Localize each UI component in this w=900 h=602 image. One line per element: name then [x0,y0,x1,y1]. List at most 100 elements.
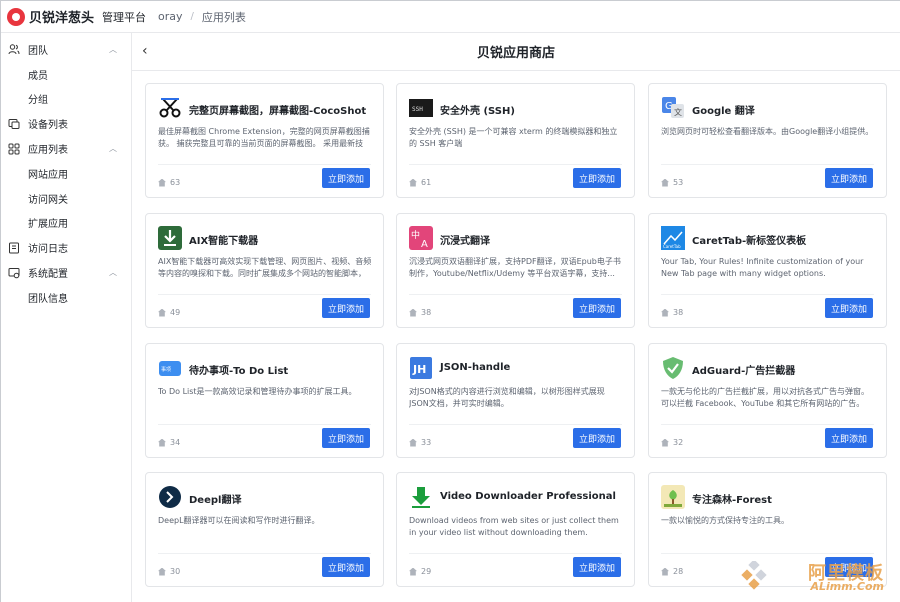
apps-icon [8,143,20,155]
sidebar-item-team-info[interactable]: 团队信息 [1,285,131,310]
svg-text:事项: 事项 [161,366,171,373]
app-description: DeepL翻译器可以在阅读和写作时进行翻译。 [158,516,320,525]
install-count-value: 61 [421,178,432,187]
arrow-down-icon [409,485,433,509]
install-count-value: 29 [421,567,432,576]
install-count: 38 [409,308,431,317]
shield-icon [661,356,685,380]
add-app-button[interactable]: 立即添加 [825,298,873,318]
home-icon [158,438,166,447]
install-count-value: 34 [170,438,181,447]
app-name[interactable]: JSON-handle [440,362,510,373]
svg-text:文: 文 [674,107,682,117]
install-count: 30 [158,567,180,576]
svg-text:CaretTab: CaretTab [663,244,681,249]
app-card: JH JSON-handle 对JSON格式的内容进行浏览和编辑，以树形图样式展现J… [396,343,635,458]
home-icon [409,308,417,317]
install-count: 29 [409,567,431,576]
app-name[interactable]: 安全外壳 (SSH) [440,102,515,117]
add-app-button[interactable]: 立即添加 [573,168,621,188]
svg-text:A: A [421,239,428,250]
add-app-button[interactable]: 立即添加 [322,168,370,188]
svg-text:JH: JH [412,363,426,376]
install-count-value: 63 [170,178,181,187]
install-count-value: 33 [421,438,432,447]
sidebar-item-apps[interactable]: 应用列表 ︿ [1,136,131,161]
app-card: AdGuard-广告拦截器 一款无与伦比的广告拦截扩展，用以对抗各式广告与弹窗。可… [648,343,887,458]
home-icon [661,567,669,576]
app-card: Deepl翻译 DeepL翻译器可以在阅读和写作时进行翻译。 30 立即添加 [145,472,384,587]
app-name[interactable]: CaretTab-新标签仪表板 [692,232,806,247]
home-icon [661,308,669,317]
app-description: To Do List是一款高效记录和管理待办事项的扩展工具。 [158,387,357,396]
app-card: 完整页屏幕截图，屏幕截图-CocoShot 最佳屏幕截图 Chrome Exten… [145,83,384,198]
settings-icon [8,267,20,278]
add-app-button[interactable]: 立即添加 [573,298,621,318]
main-content: ‹ 贝锐应用商店 完整页屏幕截图，屏幕截图-CocoShot 最佳屏幕截图 Chr… [132,33,900,602]
app-name[interactable]: Deepl翻译 [189,491,241,506]
add-app-button[interactable]: 立即添加 [322,557,370,577]
app-description: Download videos from web sites or just c… [409,516,619,537]
terminal-icon: SSH [409,96,433,120]
add-app-button[interactable]: 立即添加 [322,428,370,448]
app-name[interactable]: 待办事项-To Do List [189,362,288,377]
add-app-button[interactable]: 立即添加 [825,168,873,188]
divider [661,553,874,554]
top-bar: 贝锐洋葱头 管理平台 oray / 应用列表 [1,1,900,33]
add-app-button[interactable]: 立即添加 [825,428,873,448]
add-app-button[interactable]: 立即添加 [322,298,370,318]
install-count: 49 [158,308,180,317]
home-icon [409,567,417,576]
brand-logo-icon [7,7,25,26]
install-count: 33 [409,438,431,447]
app-name[interactable]: 完整页屏幕截图，屏幕截图-CocoShot [189,102,366,117]
carettab-icon: CaretTab [661,226,685,250]
watermark-logo-icon [741,561,767,590]
device-icon [8,118,20,129]
sidebar-item-team[interactable]: 团队 ︿ [1,37,131,62]
app-window: 贝锐洋葱头 管理平台 oray / 应用列表 团队 ︿ 成员 分组 设备列表 应… [0,0,900,602]
app-card: Video Downloader Professional Download vi… [396,472,635,587]
app-description: 沉浸式网页双语翻译扩展，支持PDF翻译，双语Epub电子书制作，Youtube/… [409,257,621,278]
sidebar-item-gateway[interactable]: 访问网关 [1,186,131,211]
sidebar-item-extensions[interactable]: 扩展应用 [1,211,131,236]
app-name[interactable]: 专注森林-Forest [692,491,772,506]
app-card: CaretTab CaretTab-新标签仪表板 Your Tab, Your Ru… [648,213,887,328]
app-name[interactable]: AIX智能下载器 [189,232,258,247]
breadcrumb-separator: / [190,11,194,22]
app-card: G 文 Google 翻译 浏览网页时可轻松查看翻译版本。由Google翻译小组提供。… [648,83,887,198]
breadcrumb-org[interactable]: oray [158,10,183,23]
app-card: 中 A 沉浸式翻译 沉浸式网页双语翻译扩展，支持PDF翻译，双语Epub电子书制作，Y… [396,213,635,328]
home-icon [158,567,166,576]
sidebar-item-logs[interactable]: 访问日志 [1,235,131,260]
app-description: 安全外壳 (SSH) 是一个可兼容 xterm 的终端模拟器和独立的 SSH 客… [409,127,618,148]
forest-icon [661,485,685,509]
breadcrumb-current: 应用列表 [201,10,246,24]
sidebar-item-devices[interactable]: 设备列表 [1,111,131,136]
chevron-left-icon[interactable]: ‹ [142,43,156,59]
install-count: 28 [661,567,683,576]
add-app-button[interactable]: 立即添加 [573,428,621,448]
sidebar-item-web-apps[interactable]: 网站应用 [1,161,131,186]
svg-text:SSH: SSH [412,106,423,113]
add-app-button[interactable]: 立即添加 [573,557,621,577]
app-name[interactable]: Video Downloader Professional [440,491,616,502]
divider [158,553,371,554]
app-card: 事项 待办事项-To Do List To Do List是一款高效记录和管理待办事… [145,343,384,458]
sidebar-item-settings[interactable]: 系统配置 ︿ [1,260,131,285]
page-header: ‹ 贝锐应用商店 [132,33,900,71]
sidebar-item-members[interactable]: 成员 [1,62,131,87]
app-name[interactable]: 沉浸式翻译 [440,232,490,247]
app-description: 浏览网页时可轻松查看翻译版本。由Google翻译小组提供。 [661,127,874,136]
install-count-value: 28 [673,567,684,576]
divider [158,424,371,425]
sidebar-item-groups[interactable]: 分组 [1,87,131,112]
app-name[interactable]: AdGuard-广告拦截器 [692,362,795,377]
install-count: 34 [158,438,180,447]
deepl-icon [158,485,182,509]
log-icon [9,242,19,254]
brand[interactable]: 贝锐洋葱头 管理平台 [7,7,146,26]
divider [409,553,622,554]
app-name[interactable]: Google 翻译 [692,102,755,117]
app-description: AIX智能下载器可高效实现下载管理、网页图片、视频、音频等内容的嗅探和下载。同时… [158,257,372,278]
